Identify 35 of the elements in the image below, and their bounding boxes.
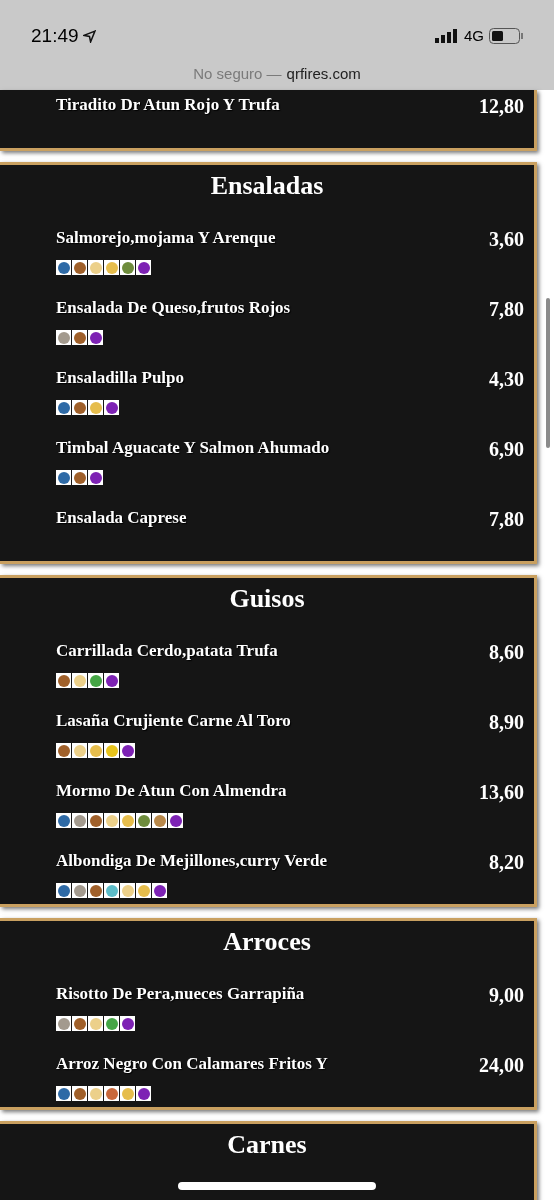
dish-price: 7,80: [489, 297, 524, 322]
network-label: 4G: [464, 26, 484, 46]
dish-price: 8,60: [489, 640, 524, 665]
section-title: Ensaladas: [210, 170, 324, 202]
signal-icon: [435, 29, 459, 44]
dish-name: Salmorejo,mojama Y Arenque: [56, 227, 276, 248]
dish-name: Lasaña Crujiente Carne Al Toro: [56, 710, 291, 731]
dish-price: 13,60: [479, 780, 524, 805]
location-icon: [82, 29, 96, 43]
dish-price: 4,30: [489, 367, 524, 392]
dish-name: Timbal Aguacate Y Salmon Ahumado: [56, 437, 330, 458]
dish-price: 8,90: [489, 710, 524, 735]
dish-name: Mormo De Atun Con Almendra: [56, 780, 287, 801]
section-title: Guisos: [229, 583, 305, 615]
dish-name: Tiradito Dr Atun Rojo Y Trufa: [56, 94, 280, 115]
section-title: Carnes: [227, 1129, 307, 1161]
dish-price: 8,20: [489, 850, 524, 875]
dish-name: Ensaladilla Pulpo: [56, 367, 185, 388]
dish-price: 24,00: [479, 1053, 524, 1078]
dish-name: Ensalada Caprese: [56, 507, 187, 528]
dish-name: Arroz Negro Con Calamares Fritos Y: [56, 1053, 328, 1074]
dish-price: 3,60: [489, 227, 524, 252]
battery-icon: [489, 28, 523, 45]
dish-price: 9,00: [489, 983, 524, 1008]
section-title: Arroces: [223, 926, 311, 958]
security-label: No seguro —: [193, 63, 282, 84]
dish-price: 7,80: [489, 507, 524, 532]
dish-name: Risotto De Pera,nueces Garrapiña: [56, 983, 305, 1004]
dish-price: 6,90: [489, 437, 524, 462]
dish-name: Ensalada De Queso,frutos Rojos: [56, 297, 291, 318]
status-time: 21:49: [31, 24, 79, 48]
dish-price: 12,80: [479, 94, 524, 119]
dish-name: Carrillada Cerdo,patata Trufa: [56, 640, 278, 661]
site-address[interactable]: qrfires.com: [286, 62, 361, 85]
dish-name: Albondiga De Mejillones,curry Verde: [56, 850, 328, 871]
